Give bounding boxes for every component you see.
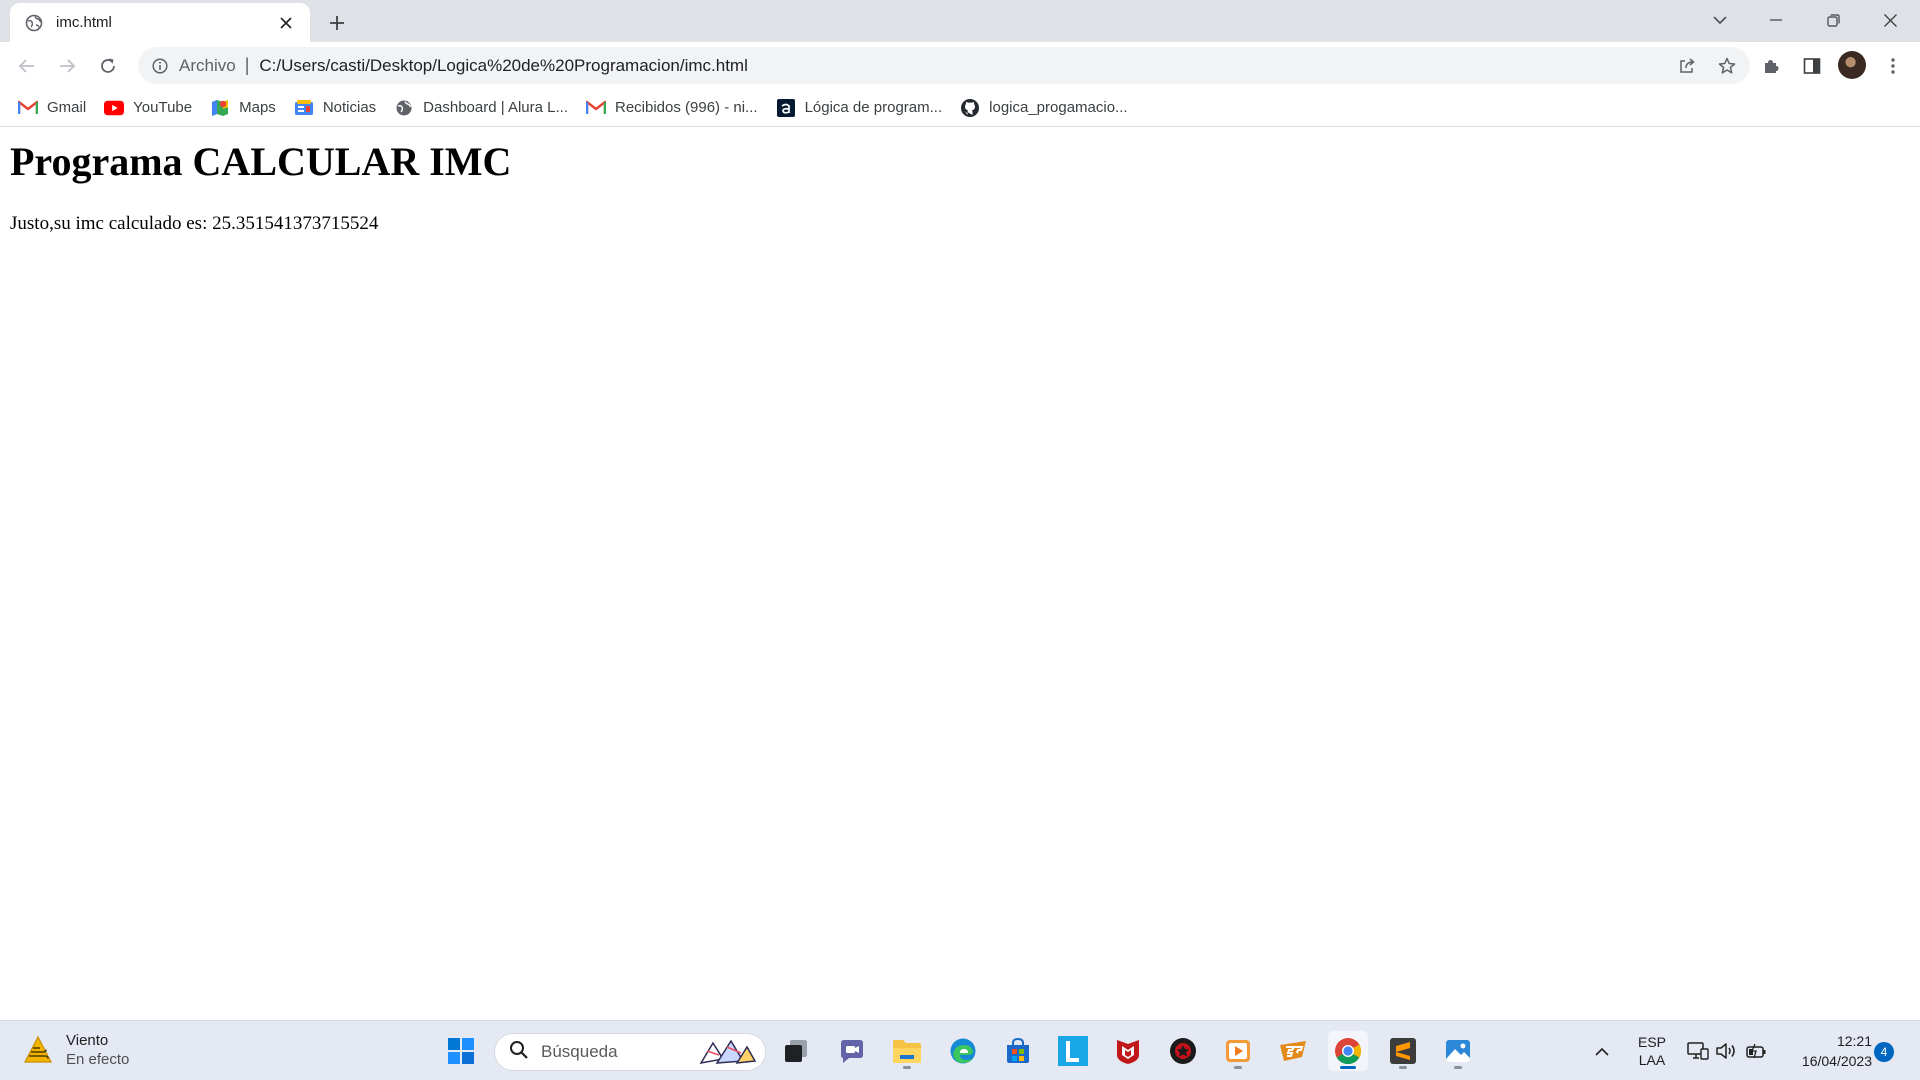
running-indicator [1399, 1066, 1407, 1069]
profile-avatar[interactable] [1838, 51, 1866, 79]
free-fire-app[interactable] [1273, 1031, 1313, 1071]
tab-strip: imc.html [0, 0, 1920, 42]
bookmark-logica[interactable]: Lógica de program... [774, 94, 951, 122]
bookmarks-bar: Gmail YouTube Maps Noticias Dashboard | … [0, 89, 1920, 127]
page-heading: Programa CALCULAR IMC [10, 139, 512, 184]
restore-button[interactable] [1805, 0, 1861, 40]
address-separator: | [244, 55, 250, 75]
weather-title: Viento [66, 1032, 109, 1049]
globe-icon [394, 98, 414, 118]
windows-taskbar: Viento En efecto Búsqueda ESP LAA 12:21 … [0, 1020, 1920, 1080]
volume-icon[interactable] [1714, 1035, 1738, 1067]
task-view-button[interactable] [776, 1031, 816, 1071]
bookmark-label: Gmail [47, 99, 87, 116]
active-indicator [1340, 1066, 1356, 1069]
new-tab-button[interactable] [322, 8, 352, 38]
bookmark-label: Maps [239, 99, 276, 116]
page-content: Programa CALCULAR IMC Justo,su imc calcu… [0, 128, 1920, 1020]
reload-button[interactable] [91, 49, 125, 83]
tab-search-button[interactable] [1692, 0, 1748, 40]
bookmark-gmail[interactable]: Gmail [16, 94, 94, 122]
clock-time: 12:21 [1836, 1033, 1872, 1049]
start-button[interactable] [441, 1031, 481, 1071]
input-language[interactable]: ESP LAA [1632, 1033, 1672, 1069]
news-icon [294, 98, 314, 118]
notification-count-badge[interactable]: 4 [1874, 1042, 1894, 1062]
photos-app[interactable] [1438, 1031, 1478, 1071]
globe-icon [24, 13, 44, 33]
share-icon[interactable] [1670, 47, 1704, 84]
address-bar[interactable]: Archivo | C:/Users/casti/Desktop/Logica%… [138, 47, 1750, 84]
forward-button[interactable] [50, 49, 84, 83]
search-placeholder: Búsqueda [541, 1042, 618, 1061]
media-player-app[interactable] [1218, 1031, 1258, 1071]
bookmark-label: Lógica de program... [804, 99, 943, 116]
search-icon [509, 1040, 529, 1064]
bookmark-label: Dashboard | Alura L... [423, 99, 568, 116]
show-hidden-icons-icon[interactable] [1589, 1035, 1615, 1067]
running-indicator [1234, 1066, 1242, 1069]
taskbar-search[interactable]: Búsqueda [494, 1033, 766, 1071]
battery-icon[interactable] [1744, 1035, 1768, 1067]
file-explorer-app[interactable] [887, 1031, 927, 1071]
gmail-icon [18, 98, 38, 118]
imc-result-text: Justo,su imc calculado es: 25.3515413737… [10, 213, 379, 234]
language-code: ESP [1637, 1034, 1666, 1050]
site-info-icon[interactable] [150, 56, 170, 76]
side-panel-icon[interactable] [1795, 49, 1829, 83]
taskbar-clock[interactable]: 12:21 16/04/2023 [1780, 1031, 1872, 1071]
close-tab-icon[interactable] [274, 11, 298, 35]
teams-chat-app[interactable] [832, 1031, 872, 1071]
github-icon [960, 98, 980, 118]
running-indicator [903, 1066, 911, 1069]
search-highlight-illustration-icon [699, 1039, 757, 1065]
scheme-label: Archivo [179, 55, 236, 75]
gmail-icon [586, 98, 606, 118]
bookmark-youtube[interactable]: YouTube [102, 94, 200, 122]
back-button[interactable] [10, 49, 44, 83]
weather-subtitle: En efecto [66, 1051, 130, 1068]
network-icon[interactable] [1686, 1035, 1710, 1067]
alura-icon [776, 98, 796, 118]
bookmark-github[interactable]: logica_progamacio... [958, 94, 1135, 122]
bookmark-label: Noticias [322, 99, 377, 116]
browser-toolbar: Archivo | C:/Users/casti/Desktop/Logica%… [0, 42, 1920, 89]
extensions-icon[interactable] [1754, 49, 1788, 83]
mcafee-app[interactable] [1108, 1031, 1148, 1071]
bookmark-star-icon[interactable] [1710, 47, 1744, 84]
bookmark-recibidos[interactable]: Recibidos (996) - ni... [584, 94, 766, 122]
game-app[interactable] [1163, 1031, 1203, 1071]
chrome-menu-icon[interactable] [1876, 49, 1910, 83]
keyboard-layout: LAA [1638, 1052, 1666, 1068]
bookmark-noticias[interactable]: Noticias [292, 94, 384, 122]
sublime-text-app[interactable] [1383, 1031, 1423, 1071]
browser-tab[interactable]: imc.html [10, 3, 310, 42]
minimize-button[interactable] [1748, 0, 1804, 40]
edge-app[interactable] [943, 1031, 983, 1071]
wind-warning-icon [20, 1032, 56, 1068]
bookmark-alura-dashboard[interactable]: Dashboard | Alura L... [392, 94, 576, 122]
close-window-button[interactable] [1862, 0, 1918, 40]
running-indicator [1454, 1066, 1462, 1069]
chrome-app[interactable] [1328, 1031, 1368, 1071]
bookmark-label: Recibidos (996) - ni... [615, 99, 758, 116]
tab-title: imc.html [56, 14, 112, 31]
youtube-icon [104, 98, 125, 118]
clock-date: 16/04/2023 [1801, 1053, 1872, 1069]
url-text[interactable]: C:/Users/casti/Desktop/Logica%20de%20Pro… [259, 56, 747, 76]
bookmark-label: logica_progamacio... [989, 99, 1128, 116]
weather-widget[interactable]: Viento En efecto [20, 1031, 129, 1069]
bookmark-label: YouTube [133, 99, 193, 116]
bookmark-maps[interactable]: Maps [208, 94, 284, 122]
l-app[interactable] [1053, 1031, 1093, 1071]
microsoft-store-app[interactable] [998, 1031, 1038, 1071]
maps-icon [210, 98, 230, 118]
